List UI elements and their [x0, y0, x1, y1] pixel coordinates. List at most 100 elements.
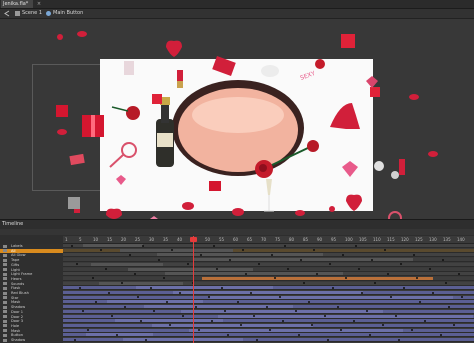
keyframe[interactable] [245, 272, 247, 275]
keyframe[interactable] [95, 300, 97, 303]
keyframe[interactable] [211, 319, 213, 322]
keyframe[interactable] [158, 258, 160, 261]
keyframe[interactable] [440, 333, 442, 336]
keyframe[interactable] [353, 319, 355, 322]
frame-grid[interactable] [63, 244, 474, 343]
keyframe[interactable] [213, 244, 215, 247]
tween-span[interactable] [152, 323, 313, 327]
frame-row[interactable] [63, 286, 474, 291]
keyframe[interactable] [253, 315, 255, 317]
keyframe[interactable] [400, 263, 402, 266]
keyframe[interactable] [79, 286, 81, 289]
layer-row[interactable]: Red Blush [0, 291, 63, 295]
keyframe[interactable] [411, 329, 413, 332]
layer-row[interactable]: Labels [0, 244, 63, 248]
keyframe[interactable] [324, 315, 326, 317]
frame-row[interactable] [63, 262, 474, 267]
tab-close-icon[interactable]: × [36, 0, 42, 8]
breadcrumb-symbol[interactable]: Main Button [53, 10, 83, 17]
tween-span[interactable] [86, 333, 153, 337]
layer-row[interactable]: Door 1 [0, 310, 63, 314]
playhead-handle[interactable] [190, 237, 197, 242]
timeline-title[interactable]: Timeline [2, 221, 23, 228]
tween-span[interactable] [99, 281, 183, 285]
layer-row[interactable]: Hears [0, 277, 63, 281]
frame-row[interactable] [63, 309, 474, 314]
keyframe[interactable] [129, 253, 131, 256]
keyframe[interactable] [179, 291, 181, 294]
tween-span[interactable] [107, 300, 203, 304]
keyframe[interactable] [221, 286, 223, 289]
frame-row[interactable] [63, 267, 474, 272]
keyframe[interactable] [195, 305, 197, 308]
breadcrumb-scene[interactable]: Scene 1 [22, 10, 42, 17]
layer-row[interactable]: Light [0, 268, 63, 272]
tween-span[interactable] [83, 244, 143, 247]
tween-span[interactable] [123, 338, 243, 341]
keyframe[interactable] [74, 338, 76, 341]
keyframe[interactable] [227, 333, 229, 336]
keyframe[interactable] [229, 258, 231, 261]
tween-span[interactable] [157, 253, 323, 257]
layer-row[interactable]: Shadow [0, 338, 63, 342]
keyframe[interactable] [361, 291, 363, 294]
layer-row[interactable]: Shadow [0, 305, 63, 309]
tween-span[interactable] [136, 286, 273, 290]
layer-row[interactable]: Door 3 [0, 319, 63, 323]
frame-row[interactable] [63, 253, 474, 258]
keyframe[interactable] [137, 296, 139, 299]
keyframe[interactable] [371, 258, 373, 261]
keyframe[interactable] [105, 268, 107, 270]
back-arrow-icon[interactable] [3, 10, 11, 17]
keyframe[interactable] [398, 338, 400, 341]
keyframe[interactable] [134, 272, 136, 275]
keyframe[interactable] [342, 253, 344, 256]
layer-row[interactable]: Tape [0, 258, 63, 262]
keyframe[interactable] [329, 263, 331, 266]
keyframe[interactable] [316, 272, 318, 275]
tween-span[interactable] [210, 295, 453, 299]
layer-row[interactable]: Star [0, 296, 63, 300]
frame-row[interactable] [63, 305, 474, 310]
frame-row[interactable] [63, 258, 474, 263]
layer-row[interactable]: All [0, 248, 63, 253]
keyframe[interactable] [108, 291, 110, 294]
keyframe[interactable] [374, 282, 376, 285]
keyframe[interactable] [76, 263, 78, 266]
frame-ruler[interactable]: 1510152025303540455055606570758085909510… [63, 236, 474, 244]
keyframe[interactable] [266, 305, 268, 308]
layer-row[interactable]: Mask [0, 300, 63, 304]
frame-row[interactable] [63, 338, 474, 342]
keyframe[interactable] [187, 263, 189, 266]
keyframe[interactable] [387, 272, 389, 275]
layer-row[interactable]: Gifts [0, 263, 63, 267]
keyframe[interactable] [87, 329, 89, 332]
frame-row[interactable] [63, 333, 474, 338]
keyframe[interactable] [442, 258, 444, 261]
keyframe[interactable] [142, 244, 144, 247]
keyframe[interactable] [216, 268, 218, 270]
keyframe[interactable] [287, 268, 289, 270]
keyframe[interactable] [166, 300, 168, 303]
keyframe[interactable] [300, 258, 302, 261]
frame-row[interactable] [63, 248, 474, 253]
frame-row[interactable] [63, 244, 474, 248]
frame-row[interactable] [63, 281, 474, 286]
keyframe[interactable] [445, 282, 447, 285]
keyframe[interactable] [429, 268, 431, 270]
keyframe[interactable] [298, 333, 300, 336]
keyframe[interactable] [458, 272, 460, 275]
keyframe[interactable] [284, 244, 286, 247]
keyframe[interactable] [111, 315, 113, 317]
layer-row[interactable]: Door 2 [0, 315, 63, 319]
keyframe[interactable] [461, 296, 463, 299]
keyframe[interactable] [282, 319, 284, 322]
keyframe[interactable] [308, 300, 310, 303]
keyframe[interactable] [403, 286, 405, 289]
keyframe[interactable] [395, 315, 397, 317]
keyframe[interactable] [150, 286, 152, 289]
keyframe[interactable] [182, 315, 184, 317]
playhead[interactable] [193, 236, 194, 343]
tween-span[interactable] [115, 319, 223, 323]
keyframe[interactable] [313, 249, 315, 252]
